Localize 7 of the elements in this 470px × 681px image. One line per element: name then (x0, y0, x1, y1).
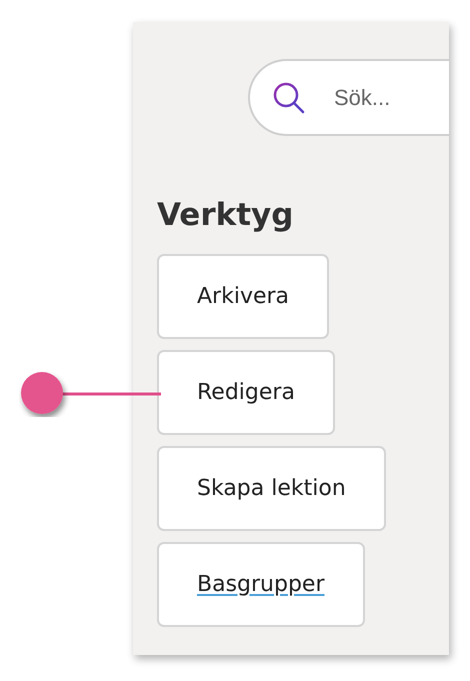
tool-button[interactable]: Skapa lektion (157, 446, 386, 531)
search-icon (272, 80, 306, 114)
section-heading: Verktyg (157, 196, 294, 234)
search-field[interactable]: Sök... (332, 84, 436, 112)
tool-button[interactable]: Redigera (157, 350, 335, 435)
tool-button[interactable]: Arkivera (157, 254, 330, 339)
tool-button[interactable]: Basgrupper (157, 542, 364, 627)
